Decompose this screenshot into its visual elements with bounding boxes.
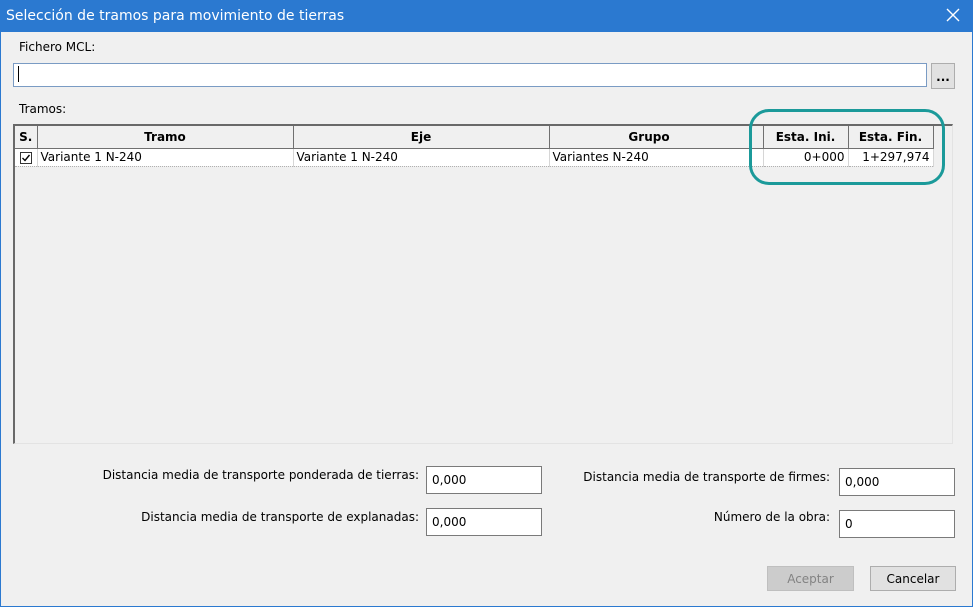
cell-esta-fin[interactable]: 1+297,974 xyxy=(848,148,934,167)
window-title: Selección de tramos para movimiento de t… xyxy=(6,8,345,24)
browse-button[interactable]: ... xyxy=(931,63,955,89)
column-header-grupo[interactable]: Grupo xyxy=(549,126,750,149)
accept-button[interactable]: Aceptar xyxy=(767,566,854,591)
window-border-left xyxy=(0,32,1,607)
explanadas-input[interactable] xyxy=(426,508,542,536)
column-header-spacer xyxy=(749,126,764,149)
close-icon[interactable] xyxy=(943,5,963,25)
file-path-input[interactable] xyxy=(13,63,927,87)
column-header-select[interactable]: S. xyxy=(15,126,38,149)
firmes-input[interactable] xyxy=(839,468,955,496)
title-bar: Selección de tramos para movimiento de t… xyxy=(0,0,973,32)
tramos-grid[interactable]: S. Tramo Eje Grupo Esta. Ini. Esta. Fin.… xyxy=(13,124,953,444)
explanadas-label: Distancia media de transporte de explana… xyxy=(141,510,419,524)
tramos-label: Tramos: xyxy=(19,102,67,116)
cell-tramo[interactable]: Variante 1 N-240 xyxy=(37,148,294,167)
cell-esta-ini[interactable]: 0+000 xyxy=(763,148,849,167)
cell-spacer xyxy=(749,148,764,167)
firmes-label: Distancia media de transporte de firmes: xyxy=(583,470,830,484)
row-checkbox[interactable] xyxy=(19,151,32,164)
table-row[interactable]: Variante 1 N-240 Variante 1 N-240 Varian… xyxy=(15,148,934,167)
tierras-input[interactable] xyxy=(426,466,542,494)
header-row: S. Tramo Eje Grupo Esta. Ini. Esta. Fin. xyxy=(15,126,934,149)
tramos-table: S. Tramo Eje Grupo Esta. Ini. Esta. Fin.… xyxy=(15,126,934,167)
obra-input[interactable] xyxy=(839,510,955,538)
column-header-eje[interactable]: Eje xyxy=(293,126,550,149)
cancel-button[interactable]: Cancelar xyxy=(870,566,956,591)
select-cell[interactable] xyxy=(15,148,38,167)
column-header-tramo[interactable]: Tramo xyxy=(37,126,294,149)
text-caret xyxy=(18,66,19,82)
file-label: Fichero MCL: xyxy=(19,40,96,54)
cell-eje[interactable]: Variante 1 N-240 xyxy=(293,148,550,167)
obra-label: Número de la obra: xyxy=(713,510,830,524)
cell-grupo[interactable]: Variantes N-240 xyxy=(549,148,750,167)
column-header-esta-fin[interactable]: Esta. Fin. xyxy=(848,126,934,149)
column-header-esta-ini[interactable]: Esta. Ini. xyxy=(763,126,849,149)
tierras-label: Distancia media de transporte ponderada … xyxy=(102,468,419,482)
